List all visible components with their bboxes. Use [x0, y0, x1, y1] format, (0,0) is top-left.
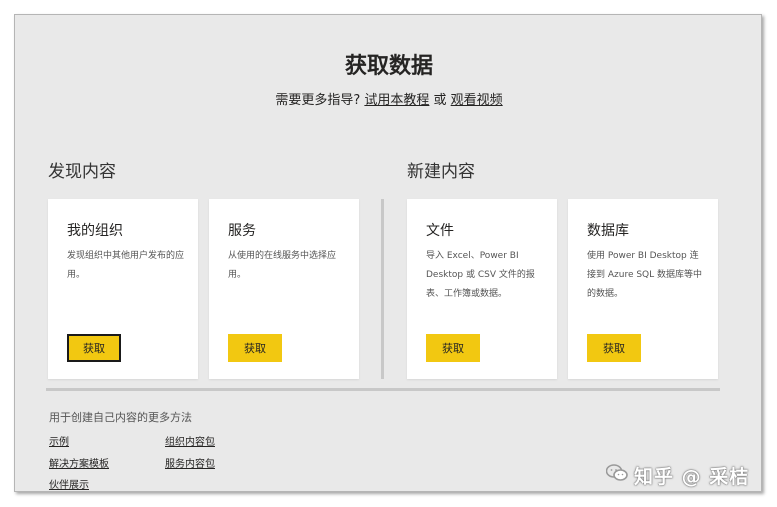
- watermark: 知乎 @ 采桔: [605, 462, 750, 489]
- org-content-packs-link[interactable]: 组织内容包: [165, 433, 215, 448]
- samples-link[interactable]: 示例: [49, 433, 69, 448]
- more-ways-title: 用于创建自己内容的更多方法: [49, 411, 192, 424]
- get-files-button[interactable]: 获取: [426, 334, 480, 362]
- card-my-organization: 我的组织 发现组织中其他用户发布的应用。 获取: [48, 199, 198, 379]
- card-services: 服务 从使用的在线服务中选择应用。 获取: [209, 199, 359, 379]
- solution-templates-link[interactable]: 解决方案模板: [49, 455, 109, 470]
- get-my-organization-button[interactable]: 获取: [67, 334, 121, 362]
- help-or: 或: [429, 93, 451, 108]
- service-content-packs-link[interactable]: 服务内容包: [165, 455, 215, 470]
- watermark-text: 知乎 @ 采桔: [634, 466, 750, 488]
- card-description: 从使用的在线服务中选择应用。: [228, 251, 337, 280]
- partner-showcase-link[interactable]: 伙伴展示: [49, 476, 89, 491]
- section-divider: [381, 199, 384, 379]
- card-databases: 数据库 使用 Power BI Desktop 连接到 Azure SQL 数据…: [568, 199, 718, 379]
- get-databases-button[interactable]: 获取: [587, 334, 641, 362]
- card-title: 数据库: [587, 223, 629, 239]
- card-files: 文件 导入 Excel、Power BI Desktop 或 CSV 文件的报表…: [407, 199, 557, 379]
- get-data-panel: 获取数据 需要更多指导? 试用本教程 或 观看视频 发现内容 新建内容 我的组织…: [14, 14, 762, 492]
- card-title: 文件: [426, 223, 454, 239]
- wechat-icon: [605, 464, 628, 487]
- card-description: 发现组织中其他用户发布的应用。: [67, 251, 185, 280]
- tutorial-link[interactable]: 试用本教程: [364, 93, 429, 108]
- card-title: 服务: [228, 223, 256, 239]
- video-link[interactable]: 观看视频: [451, 93, 503, 108]
- get-services-button[interactable]: 获取: [228, 334, 282, 362]
- card-title: 我的组织: [67, 223, 123, 239]
- page-title: 获取数据: [344, 54, 433, 79]
- help-line: 需要更多指导? 试用本教程 或 观看视频: [15, 89, 763, 108]
- create-section-title: 新建内容: [407, 162, 475, 182]
- card-description: 使用 Power BI Desktop 连接到 Azure SQL 数据库等中的…: [587, 251, 703, 299]
- card-description: 导入 Excel、Power BI Desktop 或 CSV 文件的报表、工作…: [426, 251, 535, 299]
- help-prefix: 需要更多指导?: [275, 93, 365, 108]
- horizontal-divider: [46, 388, 720, 391]
- discover-section-title: 发现内容: [48, 162, 116, 182]
